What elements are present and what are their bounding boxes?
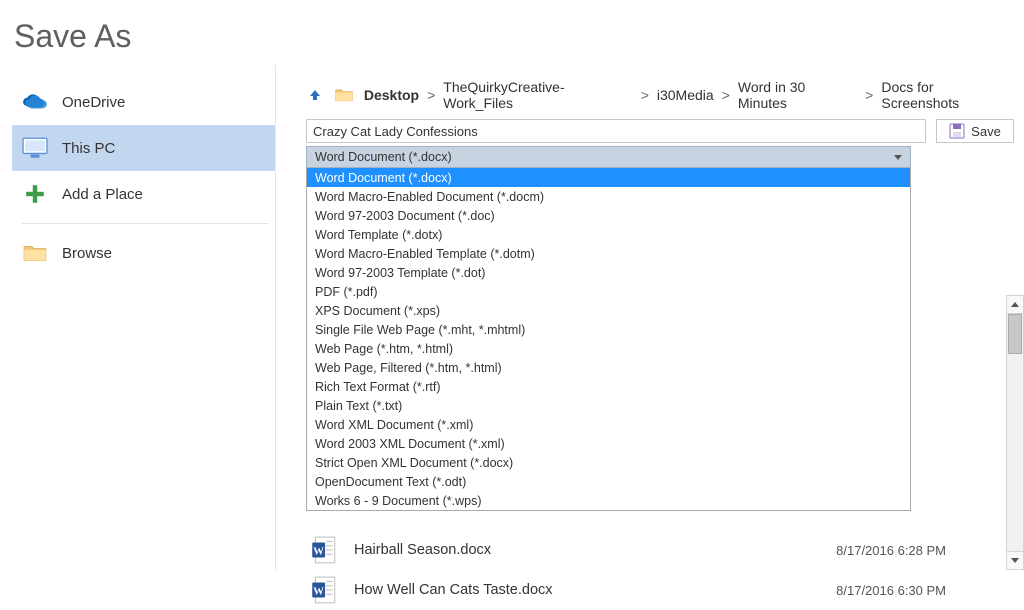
sidebar-item-this-pc[interactable]: This PC <box>12 125 275 171</box>
breadcrumb-segment[interactable]: i30Media <box>657 87 714 103</box>
file-type-option[interactable]: Plain Text (*.txt) <box>307 396 910 415</box>
onedrive-icon <box>22 89 48 115</box>
this-pc-icon <box>22 135 48 161</box>
file-type-selected[interactable]: Word Document (*.docx) <box>306 146 911 168</box>
file-type-option[interactable]: PDF (*.pdf) <box>307 282 910 301</box>
chevron-right-icon[interactable]: > <box>865 87 873 103</box>
file-type-option[interactable]: Word Macro-Enabled Template (*.dotm) <box>307 244 910 263</box>
sidebar-item-add-place[interactable]: Add a Place <box>12 171 275 217</box>
file-name: Hairball Season.docx <box>354 542 836 558</box>
word-doc-icon: W <box>310 575 340 605</box>
file-type-option[interactable]: Rich Text Format (*.rtf) <box>307 377 910 396</box>
chevron-down-icon <box>1011 558 1019 563</box>
file-type-option[interactable]: Word 2003 XML Document (*.xml) <box>307 434 910 453</box>
file-type-option[interactable]: Word XML Document (*.xml) <box>307 415 910 434</box>
file-type-option[interactable]: Single File Web Page (*.mht, *.mhtml) <box>307 320 910 339</box>
svg-text:W: W <box>313 545 324 557</box>
breadcrumb-segment[interactable]: Desktop <box>364 87 419 103</box>
file-type-option[interactable]: Web Page (*.htm, *.html) <box>307 339 910 358</box>
breadcrumb-segment[interactable]: TheQuirkyCreative-Work_Files <box>443 79 632 111</box>
filename-input[interactable] <box>306 119 926 143</box>
file-type-option[interactable]: Web Page, Filtered (*.htm, *.html) <box>307 358 910 377</box>
breadcrumb: Desktop > TheQuirkyCreative-Work_Files >… <box>306 79 1014 111</box>
add-place-icon <box>22 181 48 207</box>
sidebar-item-label: Browse <box>62 245 112 262</box>
file-name: How Well Can Cats Taste.docx <box>354 582 836 598</box>
save-button-label: Save <box>971 124 1001 139</box>
file-type-option[interactable]: Word Document (*.docx) <box>307 168 910 187</box>
sidebar-item-browse[interactable]: Browse <box>12 230 275 276</box>
sidebar-item-onedrive[interactable]: OneDrive <box>12 79 275 125</box>
chevron-right-icon[interactable]: > <box>722 87 730 103</box>
file-list: W Hairball Season.docx 8/17/2016 6:28 PM… <box>306 530 956 610</box>
save-button[interactable]: Save <box>936 119 1014 143</box>
scroll-thumb[interactable] <box>1008 314 1022 354</box>
folder-icon <box>22 240 48 266</box>
svg-text:W: W <box>313 585 324 597</box>
chevron-down-icon <box>894 155 902 160</box>
word-doc-icon: W <box>310 535 340 565</box>
folder-icon[interactable] <box>334 87 354 103</box>
file-type-option[interactable]: Word Template (*.dotx) <box>307 225 910 244</box>
sidebar-item-label: OneDrive <box>62 94 125 111</box>
file-row[interactable]: W Hairball Season.docx 8/17/2016 6:28 PM <box>306 530 956 570</box>
scroll-down-button[interactable] <box>1007 551 1023 569</box>
file-type-option[interactable]: Word 97-2003 Document (*.doc) <box>307 206 910 225</box>
file-type-option[interactable]: Word 97-2003 Template (*.dot) <box>307 263 910 282</box>
sidebar-item-label: This PC <box>62 140 115 157</box>
up-icon[interactable] <box>306 86 324 104</box>
file-type-option[interactable]: XPS Document (*.xps) <box>307 301 910 320</box>
vertical-scrollbar[interactable] <box>1006 295 1024 570</box>
file-row[interactable]: W How Well Can Cats Taste.docx 8/17/2016… <box>306 570 956 610</box>
scroll-up-button[interactable] <box>1007 296 1023 314</box>
chevron-right-icon[interactable]: > <box>427 87 435 103</box>
breadcrumb-segment[interactable]: Docs for Screenshots <box>881 79 1014 111</box>
file-type-option[interactable]: Works 6 - 9 Document (*.wps) <box>307 491 910 510</box>
chevron-right-icon[interactable]: > <box>641 87 649 103</box>
file-type-option[interactable]: OpenDocument Text (*.odt) <box>307 472 910 491</box>
file-type-option[interactable]: Strict Open XML Document (*.docx) <box>307 453 910 472</box>
file-type-select[interactable]: Word Document (*.docx) Word Document (*.… <box>306 146 911 168</box>
save-icon <box>949 123 965 139</box>
sidebar-divider <box>22 223 269 224</box>
main-panel: Desktop > TheQuirkyCreative-Work_Files >… <box>275 65 1024 570</box>
file-type-dropdown: Word Document (*.docx) Word Macro-Enable… <box>306 168 911 511</box>
breadcrumb-segment[interactable]: Word in 30 Minutes <box>738 79 857 111</box>
file-date: 8/17/2016 6:30 PM <box>836 583 956 598</box>
file-type-selected-label: Word Document (*.docx) <box>315 150 452 164</box>
page-title: Save As <box>0 0 1024 65</box>
sidebar: OneDrive This PC Add a Place Browse <box>0 65 275 570</box>
chevron-up-icon <box>1011 302 1019 307</box>
sidebar-item-label: Add a Place <box>62 186 143 203</box>
file-type-option[interactable]: Word Macro-Enabled Document (*.docm) <box>307 187 910 206</box>
file-date: 8/17/2016 6:28 PM <box>836 543 956 558</box>
